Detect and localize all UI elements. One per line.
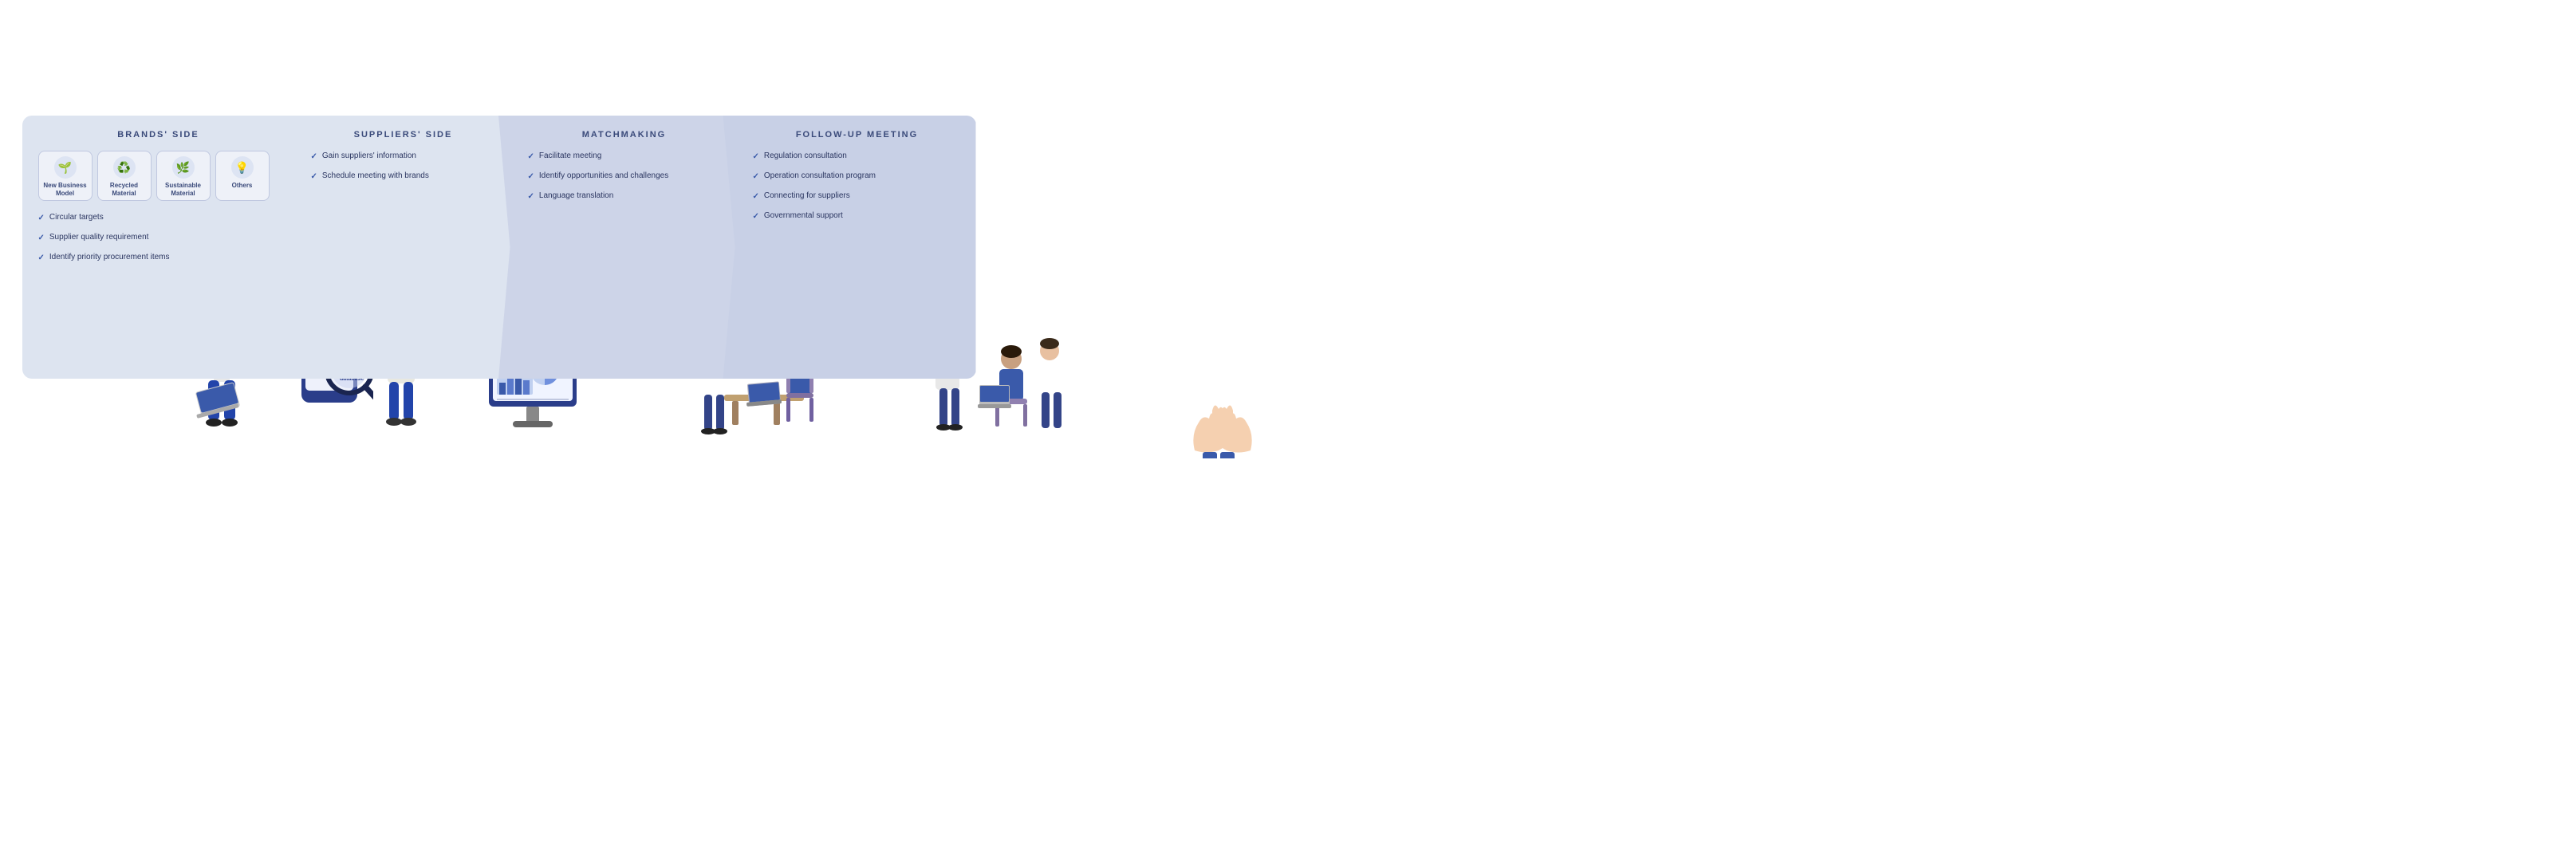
cat-others: 💡 Others <box>215 151 270 201</box>
cat-new-business: 🌱 New Business Model <box>38 151 93 201</box>
followup-bullet-2: Operation consultation program <box>753 171 962 183</box>
recycled-label: Recycled Material <box>101 182 148 197</box>
matchmaking-bullets: Facilitate meeting Identify opportunitie… <box>528 151 721 210</box>
others-label: Others <box>232 182 253 190</box>
others-icon: 💡 <box>231 156 254 179</box>
brands-bullets: Circular targets Supplier quality requir… <box>38 212 279 272</box>
followup-bullets: Regulation consultation Operation consul… <box>753 151 962 230</box>
followup-bullet-1: Regulation consultation <box>753 151 962 163</box>
suppliers-bullets: Gain suppliers' information Schedule mee… <box>311 151 496 191</box>
matchmaking-section: MATCHMAKING Facilitate meeting Identify … <box>496 116 735 379</box>
matchmaking-title: MATCHMAKING <box>528 130 721 140</box>
suppliers-bullet-1: Gain suppliers' information <box>311 151 496 163</box>
followup-title: FOLLOW-UP MEETING <box>753 130 962 140</box>
cat-sustainable: 🌿 Sustainable Material <box>156 151 211 201</box>
new-business-label: New Business Model <box>42 182 89 197</box>
figure-hands <box>1187 395 1258 458</box>
brands-section: BRANDS' SIDE 🌱 New Business Model ♻️ Rec… <box>22 116 293 379</box>
suppliers-title: SUPPLIERS' SIDE <box>311 130 496 140</box>
followup-bullet-4: Governmental support <box>753 210 962 222</box>
outer-wrapper: BRANDS' SIDE 🌱 New Business Model ♻️ Rec… <box>22 68 976 363</box>
matchmaking-bullet-1: Facilitate meeting <box>528 151 721 163</box>
panels-row: BRANDS' SIDE 🌱 New Business Model ♻️ Rec… <box>22 116 976 363</box>
category-icons: 🌱 New Business Model ♻️ Recycled Materia… <box>38 151 279 201</box>
sustainable-label: Sustainable Material <box>160 182 207 197</box>
followup-section: FOLLOW-UP MEETING Regulation consultatio… <box>721 116 976 379</box>
suppliers-bullet-2: Schedule meeting with brands <box>311 171 496 183</box>
main-container: BRANDS' SIDE 🌱 New Business Model ♻️ Rec… <box>22 32 1266 399</box>
followup-bullet-3: Connecting for suppliers <box>753 191 962 202</box>
brands-bullet-2: Supplier quality requirement <box>38 232 279 244</box>
cat-recycled: ♻️ Recycled Material <box>97 151 152 201</box>
matchmaking-bullet-2: Identify opportunities and challenges <box>528 171 721 183</box>
recycled-icon: ♻️ <box>113 156 136 179</box>
brands-bullet-1: Circular targets <box>38 212 279 224</box>
new-business-icon: 🌱 <box>54 156 77 179</box>
matchmaking-bullet-3: Language translation <box>528 191 721 202</box>
brands-bullet-3: Identify priority procurement items <box>38 252 279 264</box>
sustainable-icon: 🌿 <box>172 156 195 179</box>
brands-title: BRANDS' SIDE <box>38 130 279 140</box>
suppliers-section: SUPPLIERS' SIDE Gain suppliers' informat… <box>279 116 510 379</box>
